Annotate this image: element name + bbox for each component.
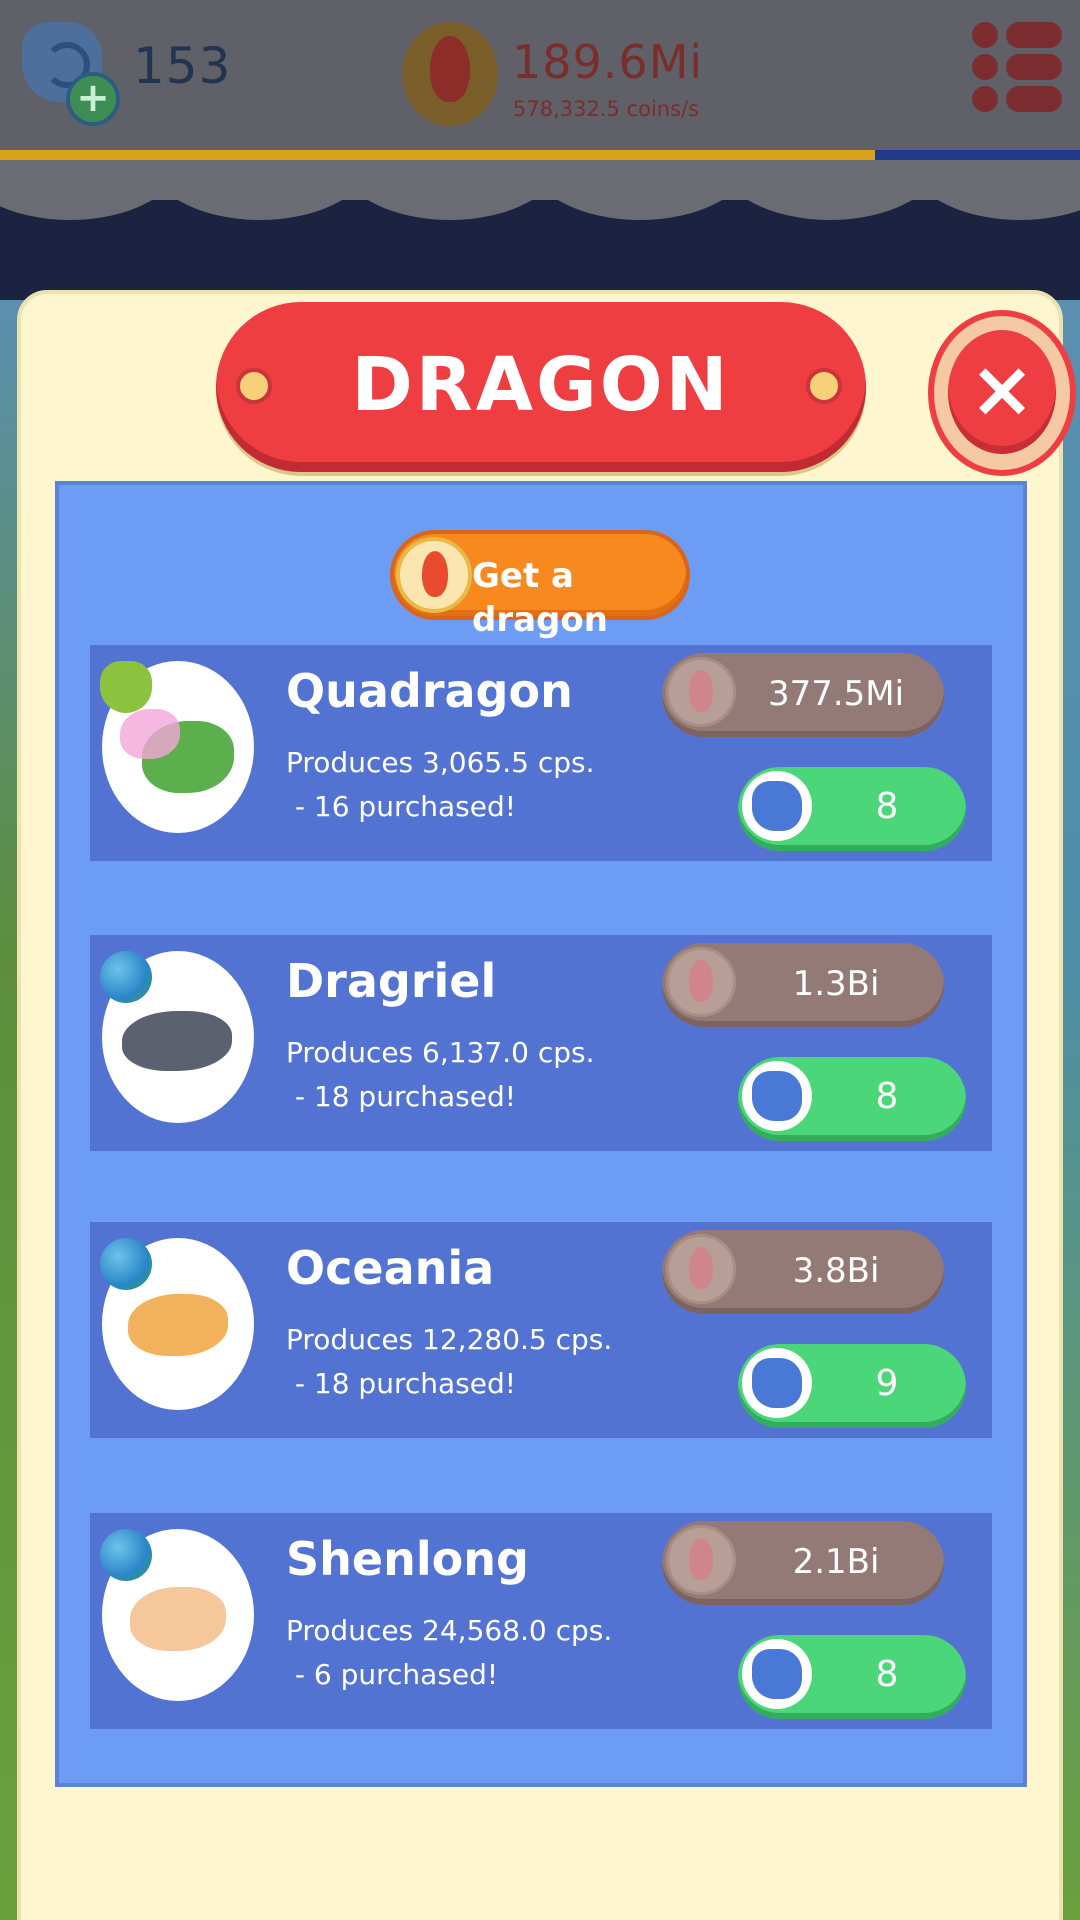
- dragon-card-oceania: Oceania Produces 12,280.5 cps. - 18 purc…: [90, 1222, 992, 1438]
- gem-price: 8: [875, 786, 899, 827]
- coins-total: 189.6Mi: [512, 35, 704, 89]
- dragon-portrait-icon: [122, 1011, 232, 1071]
- gem-icon: [742, 771, 812, 841]
- coin-icon: [666, 1234, 736, 1304]
- coin-price: 1.3Bi: [792, 964, 880, 1004]
- dragon-production: Produces 6,137.0 cps. - 18 purchased!: [286, 1036, 595, 1113]
- buy-with-gems-button[interactable]: 8: [738, 1635, 966, 1719]
- gems-count: 153: [133, 37, 232, 95]
- earth-element-icon: [100, 951, 152, 1003]
- dragon-card-dragriel: Dragriel Produces 6,137.0 cps. - 18 purc…: [90, 935, 992, 1151]
- buy-with-gems-button[interactable]: 8: [738, 1057, 966, 1141]
- dragon-card-shenlong: Shenlong Produces 24,568.0 cps. - 6 purc…: [90, 1513, 992, 1729]
- close-button[interactable]: ×: [928, 310, 1076, 476]
- buy-with-gems-button[interactable]: 8: [738, 767, 966, 851]
- modal-title: DRAGON: [351, 342, 731, 428]
- cloud-scenery: [0, 160, 1080, 300]
- gem-icon: [742, 1348, 812, 1418]
- dragon-portrait-icon: [128, 1294, 228, 1356]
- buy-with-coins-button[interactable]: 2.1Bi: [662, 1521, 944, 1605]
- gem-price: 8: [875, 1076, 899, 1117]
- level-progress-fill: [0, 150, 875, 160]
- earth-element-icon: [100, 1529, 152, 1581]
- coin-icon: [666, 947, 736, 1017]
- buy-with-coins-button[interactable]: 3.8Bi: [662, 1230, 944, 1314]
- buy-with-gems-button[interactable]: 9: [738, 1344, 966, 1428]
- modal-title-banner: DRAGON: [216, 302, 866, 472]
- dragon-name: Dragriel: [286, 954, 497, 1008]
- get-dragon-button[interactable]: Get a dragon: [390, 530, 690, 640]
- buy-with-coins-button[interactable]: 1.3Bi: [662, 943, 944, 1027]
- buy-with-coins-button[interactable]: 377.5Mi: [662, 653, 944, 737]
- coin-price: 2.1Bi: [792, 1542, 880, 1582]
- gem-icon: [742, 1639, 812, 1709]
- coin-icon: [396, 537, 472, 613]
- dragon-portrait-icon: [130, 1587, 226, 1651]
- dragon-production: Produces 24,568.0 cps. - 6 purchased!: [286, 1614, 613, 1691]
- nature-element-icon: [100, 661, 152, 713]
- close-icon: ×: [969, 345, 1035, 435]
- dragon-name: Shenlong: [286, 1532, 529, 1586]
- gem-price: 9: [875, 1363, 899, 1404]
- coin-icon: [402, 22, 498, 126]
- coin-icon: [666, 657, 736, 727]
- dragon-name: Oceania: [286, 1241, 495, 1295]
- menu-icon[interactable]: [970, 20, 1062, 112]
- get-dragon-label: Get a dragon: [472, 556, 608, 640]
- coin-icon: [666, 1525, 736, 1595]
- coin-price: 377.5Mi: [767, 674, 905, 714]
- dragon-production: Produces 3,065.5 cps. - 16 purchased!: [286, 746, 595, 823]
- add-gems-button[interactable]: +: [66, 72, 120, 126]
- earth-element-icon: [100, 1238, 152, 1290]
- gem-price: 8: [875, 1654, 899, 1695]
- coin-price: 3.8Bi: [792, 1251, 880, 1291]
- dragon-production: Produces 12,280.5 cps. - 18 purchased!: [286, 1323, 613, 1400]
- dragon-card-quadragon: Quadragon Produces 3,065.5 cps. - 16 pur…: [90, 645, 992, 861]
- dragon-name: Quadragon: [286, 664, 573, 718]
- coins-rate: 578,332.5 coins/s: [513, 97, 700, 121]
- gem-icon: [742, 1061, 812, 1131]
- level-progress-bar: [0, 150, 1080, 160]
